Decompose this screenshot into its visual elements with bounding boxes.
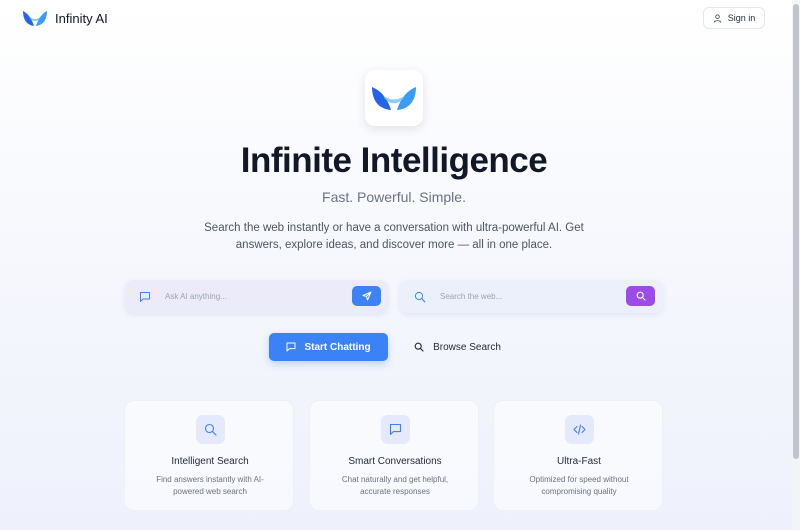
ai-chat-box [125, 280, 388, 313]
page-scrollbar[interactable] [792, 0, 800, 530]
search-icon [414, 291, 426, 302]
infinity-logo-icon [372, 87, 416, 110]
browse-search-label: Browse Search [433, 341, 501, 353]
feature-title: Intelligent Search [171, 456, 249, 467]
search-icon [414, 342, 424, 352]
feature-card-fast: Ultra-Fast Optimized for speed without c… [493, 400, 663, 511]
user-icon [713, 13, 722, 23]
browse-search-button[interactable]: Browse Search [405, 333, 510, 361]
feature-icon-box [381, 415, 410, 444]
ask-ai-input[interactable] [165, 292, 335, 301]
send-icon [362, 291, 371, 301]
scrollbar-thumb[interactable] [793, 4, 799, 459]
send-button[interactable] [352, 286, 381, 306]
search-icon [204, 423, 217, 436]
hero-logo [365, 70, 423, 126]
feature-description: Optimized for speed without compromising… [529, 475, 629, 496]
search-icon [636, 291, 646, 301]
start-chatting-label: Start Chatting [304, 341, 371, 353]
message-icon [389, 423, 402, 436]
feature-description: Find answers instantly with AI-powered w… [156, 475, 264, 496]
web-search-input[interactable] [440, 292, 610, 301]
hero-title: Infinite Intelligence [240, 141, 548, 180]
feature-description: Chat naturally and get helpful, accurate… [341, 475, 449, 496]
hero-subtitle: Fast. Powerful. Simple. [322, 189, 466, 205]
web-search-button[interactable] [626, 286, 655, 306]
infinity-logo-icon [23, 11, 47, 26]
brand-name: Infinity AI [55, 10, 108, 26]
hero-description: Search the web instantly or have a conve… [204, 222, 584, 251]
feature-icon-box [565, 415, 594, 444]
message-icon [140, 291, 150, 302]
brand-logo-link[interactable]: Infinity AI [22, 8, 108, 28]
start-chatting-button[interactable]: Start Chatting [269, 333, 388, 361]
sign-in-button[interactable]: Sign in [703, 7, 765, 29]
feature-icon-box [196, 415, 225, 444]
code-icon [573, 424, 586, 435]
feature-title: Smart Conversations [348, 456, 442, 467]
feature-card-search: Intelligent Search Find answers instantl… [124, 400, 294, 511]
feature-card-conversations: Smart Conversations Chat naturally and g… [309, 400, 479, 511]
sign-in-label: Sign in [727, 13, 756, 23]
message-icon [286, 342, 296, 352]
web-search-box [400, 280, 663, 313]
feature-title: Ultra-Fast [557, 456, 601, 467]
